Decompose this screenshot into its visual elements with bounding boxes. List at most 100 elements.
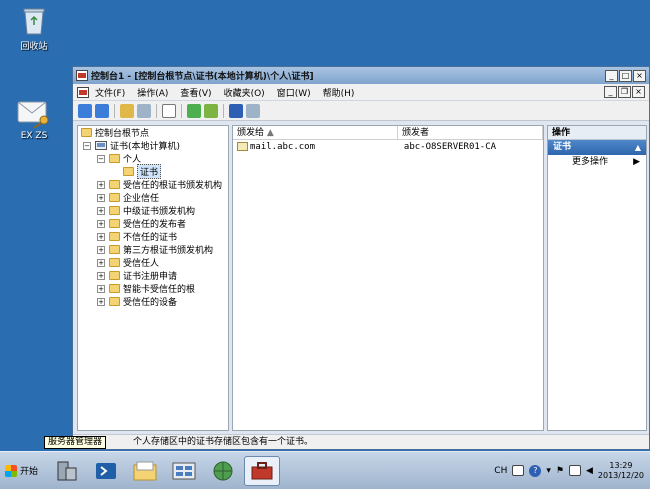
clock[interactable]: 13:29 2013/12/20 — [598, 461, 644, 481]
certificate-icon — [237, 142, 248, 151]
taskbar-control-panel[interactable] — [166, 456, 202, 486]
tree-item-store[interactable]: + 受信任的根证书颁发机构 — [78, 178, 228, 191]
back-icon[interactable] — [78, 103, 92, 118]
computer-cert-icon — [95, 140, 107, 150]
up-level-icon[interactable] — [120, 103, 134, 118]
tree-item-label: 证书(本地计算机) — [110, 142, 181, 152]
menu-view[interactable]: 查看(V) — [174, 86, 217, 99]
clock-date: 2013/12/20 — [597, 470, 644, 480]
title-bar[interactable]: 控制台1 - [控制台根节点\证书(本地计算机)\个人\证书] _ □ × — [73, 67, 649, 84]
help-tray-icon[interactable]: ? — [529, 464, 542, 477]
taskbar-powershell[interactable] — [88, 456, 124, 486]
forward-icon[interactable] — [95, 103, 109, 118]
table-row[interactable]: mail.abc.com abc-O8SERVER01-CA — [233, 140, 543, 153]
expand-toggle[interactable]: + — [97, 245, 105, 254]
collapse-toggle[interactable]: − — [97, 154, 105, 163]
actions-group-certificates[interactable]: 证书 ▲ — [548, 140, 646, 155]
tree-item-store[interactable]: + 受信任人 — [78, 256, 228, 269]
column-issued-by[interactable]: 颁发者 — [398, 126, 543, 139]
tree-item-store[interactable]: + 受信任的设备 — [78, 295, 228, 308]
taskbar-tooltip: 服务器管理器 — [44, 436, 107, 449]
minimize-button[interactable]: _ — [605, 69, 618, 82]
more-actions-item[interactable]: 更多操作 ▶ — [548, 155, 646, 170]
close-button[interactable]: × — [633, 69, 646, 82]
menu-action[interactable]: 操作(A) — [131, 86, 174, 99]
volume-icon[interactable]: ◀ — [586, 466, 593, 476]
explorer-folder-icon — [133, 461, 157, 480]
expand-toggle[interactable]: + — [97, 232, 105, 241]
tree-item-label: 中级证书颁发机构 — [123, 207, 196, 217]
tree-item-label: 第三方根证书颁发机构 — [123, 246, 214, 256]
menu-favorites[interactable]: 收藏夹(O) — [218, 86, 271, 99]
show-action-pane-icon[interactable] — [246, 103, 260, 118]
maximize-button[interactable]: □ — [619, 69, 632, 82]
tree-item-label: 不信任的证书 — [123, 233, 178, 243]
tree-item-label: 证书 — [137, 164, 162, 179]
refresh-icon[interactable] — [187, 103, 201, 118]
tree-item-store[interactable]: + 受信任的发布者 — [78, 217, 228, 230]
tree-item-store[interactable]: + 中级证书颁发机构 — [78, 204, 228, 217]
taskbar-server-manager[interactable] — [49, 456, 85, 486]
tree-item-label: 证书注册申请 — [123, 272, 178, 282]
taskbar-explorer[interactable] — [127, 456, 163, 486]
toolbar-divider — [114, 103, 115, 118]
tree-item-store[interactable]: + 第三方根证书颁发机构 — [78, 243, 228, 256]
taskbar-mmc-console[interactable] — [244, 455, 280, 486]
clock-time: 13:29 — [609, 460, 633, 470]
export-list-icon[interactable] — [204, 103, 218, 118]
expand-toggle[interactable]: + — [97, 219, 105, 228]
desktop-user-shortcut[interactable]: EX ZS — [4, 98, 64, 141]
input-language-indicator[interactable]: CH — [494, 466, 507, 476]
taskbar: 开始 CH ? ▾ ⚑ ◀ 13:29 2013/12/20 — [0, 451, 650, 489]
taskbar-network[interactable] — [205, 456, 241, 486]
child-close-button[interactable]: × — [632, 86, 645, 98]
certificate-list: 颁发给 ▲ 颁发者 mail.abc.com abc-O8SERVER01-CA — [232, 125, 544, 431]
menu-help[interactable]: 帮助(H) — [317, 86, 361, 99]
recycle-bin-icon — [23, 8, 45, 35]
tree-item-store[interactable]: + 企业信任 — [78, 191, 228, 204]
server-manager-icon — [57, 461, 77, 480]
folder-icon — [109, 258, 120, 267]
tree-item-certificates-local[interactable]: − 证书(本地计算机) — [78, 139, 228, 152]
expand-toggle[interactable]: + — [97, 271, 105, 280]
toolbar-divider — [156, 103, 157, 118]
child-restore-button[interactable]: ❐ — [618, 86, 631, 98]
folder-icon — [123, 167, 134, 176]
child-minimize-button[interactable]: _ — [604, 86, 617, 98]
tree-item-label: 智能卡受信任的根 — [123, 285, 196, 295]
toolbox-icon — [251, 461, 273, 479]
menu-window[interactable]: 窗口(W) — [271, 86, 317, 99]
expand-toggle[interactable]: + — [97, 258, 105, 267]
folder-icon — [109, 297, 120, 306]
cell-issued-by: abc-O8SERVER01-CA — [403, 141, 497, 152]
collapse-toggle[interactable]: − — [83, 141, 91, 150]
tree-item-personal-certificates[interactable]: 证书 — [78, 164, 228, 179]
column-issued-to[interactable]: 颁发给 ▲ — [233, 126, 398, 139]
expand-toggle[interactable]: + — [97, 206, 105, 215]
tree-item-root[interactable]: 控制台根节点 — [78, 126, 228, 139]
cell-issued-to: mail.abc.com — [233, 140, 398, 154]
recycle-bin[interactable]: 回收站 — [4, 6, 64, 52]
tree-item-store[interactable]: + 智能卡受信任的根 — [78, 282, 228, 295]
console-icon — [76, 70, 88, 81]
help-icon[interactable] — [229, 103, 243, 118]
start-button[interactable]: 开始 — [0, 456, 46, 486]
properties-icon[interactable] — [162, 103, 176, 118]
tree-item-store[interactable]: + 证书注册申请 — [78, 269, 228, 282]
input-method-icon[interactable] — [512, 465, 525, 476]
menu-file[interactable]: 文件(F) — [89, 86, 131, 99]
tray-overflow-icon[interactable]: ▾ — [546, 466, 551, 476]
folder-icon — [81, 128, 92, 137]
tree-item-store[interactable]: + 不信任的证书 — [78, 230, 228, 243]
expand-toggle[interactable]: + — [97, 297, 105, 306]
control-panel-icon — [172, 462, 196, 479]
expand-toggle[interactable]: + — [97, 180, 105, 189]
tree-item-label: 受信任人 — [123, 259, 160, 269]
folder-icon — [109, 219, 120, 228]
expand-toggle[interactable]: + — [97, 193, 105, 202]
collapse-arrow-icon: ▲ — [634, 143, 641, 152]
expand-toggle[interactable]: + — [97, 284, 105, 293]
flag-icon[interactable]: ⚑ — [556, 466, 564, 476]
show-hide-tree-icon[interactable] — [137, 103, 151, 118]
network-tray-icon[interactable] — [568, 465, 581, 476]
